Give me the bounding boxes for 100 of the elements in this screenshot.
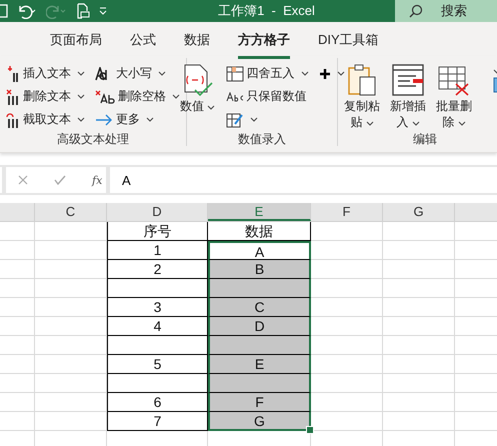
caret-icon bbox=[366, 121, 374, 126]
delete-text-icon bbox=[6, 88, 20, 104]
caret-icon bbox=[77, 117, 85, 122]
caret-icon bbox=[207, 105, 215, 110]
table-cell bbox=[383, 279, 455, 298]
column-header[interactable]: F bbox=[311, 203, 383, 221]
table-cell: A bbox=[208, 241, 311, 260]
table-cell: G bbox=[208, 412, 311, 431]
table-cell: C bbox=[208, 298, 311, 317]
table-cell bbox=[0, 336, 35, 355]
document-check-icon bbox=[182, 64, 212, 96]
caret-icon bbox=[336, 71, 344, 76]
ribbon-tab[interactable]: 数据 bbox=[170, 23, 224, 59]
table-cell bbox=[35, 355, 107, 374]
column-header[interactable]: G bbox=[383, 203, 455, 221]
table-cell bbox=[35, 412, 107, 431]
table-cell bbox=[311, 241, 383, 260]
ribbon-button[interactable]: 插入文本 bbox=[4, 62, 87, 85]
table-cell bbox=[383, 298, 455, 317]
table-cell bbox=[35, 298, 107, 317]
table-cell bbox=[35, 241, 107, 260]
group-label: 高级文本处理 bbox=[57, 131, 129, 148]
search-field[interactable]: 搜索 bbox=[395, 0, 497, 22]
ribbon-tab[interactable]: 页面布局 bbox=[36, 23, 116, 59]
table-cell bbox=[383, 355, 455, 374]
table-cell bbox=[0, 317, 35, 336]
table-cell bbox=[311, 355, 383, 374]
table-cell bbox=[383, 412, 455, 431]
table-cell bbox=[0, 260, 35, 279]
remove-spaces-icon bbox=[95, 90, 115, 104]
extract-text-icon bbox=[6, 112, 20, 128]
table-cell bbox=[383, 241, 455, 260]
search-icon bbox=[409, 4, 423, 18]
ribbon-button[interactable]: 删除文本 bbox=[4, 85, 87, 108]
table-cell: B bbox=[208, 260, 311, 279]
table-cell bbox=[311, 374, 383, 393]
table-cell bbox=[35, 374, 107, 393]
save-icon[interactable] bbox=[0, 4, 8, 18]
table-cell bbox=[311, 260, 383, 279]
table-cell bbox=[0, 279, 35, 298]
clipboard-icon bbox=[348, 64, 376, 96]
insert-row-icon bbox=[392, 64, 424, 96]
ribbon-button[interactable]: 四舍五入 bbox=[224, 62, 310, 85]
table-cell bbox=[35, 317, 107, 336]
table-cell bbox=[311, 336, 383, 355]
table-cell bbox=[0, 393, 35, 412]
abc-icon bbox=[226, 92, 244, 102]
print-preview-icon[interactable] bbox=[76, 3, 90, 19]
table-cell bbox=[311, 393, 383, 412]
table-cell bbox=[383, 374, 455, 393]
ribbon-button[interactable]: 复制粘贴 bbox=[342, 62, 382, 131]
caret-icon bbox=[77, 71, 85, 76]
ribbon-button[interactable]: 截取文本 bbox=[4, 108, 87, 131]
formula-input[interactable]: A bbox=[110, 167, 497, 193]
ribbon-tab[interactable]: 公式 bbox=[116, 23, 170, 59]
check-icon[interactable] bbox=[54, 175, 66, 185]
arrow-icon bbox=[95, 114, 113, 126]
ribbon-button[interactable]: 新增插入 bbox=[388, 62, 428, 131]
ribbon-button[interactable]: 批量删除 bbox=[434, 62, 474, 131]
table-cell: F bbox=[208, 393, 311, 412]
caret-icon bbox=[458, 121, 466, 126]
insert-function-button[interactable]: fx bbox=[92, 174, 102, 186]
caret-icon bbox=[172, 94, 180, 99]
table-cell: 序号 bbox=[107, 222, 208, 241]
table-cell bbox=[0, 355, 35, 374]
table-cell bbox=[35, 336, 107, 355]
table-cell bbox=[383, 393, 455, 412]
table-cell bbox=[383, 260, 455, 279]
table-cell bbox=[311, 298, 383, 317]
delete-table-icon bbox=[438, 64, 470, 96]
customize-icon[interactable] bbox=[98, 6, 108, 16]
table-cell: E bbox=[208, 355, 311, 374]
table-cell bbox=[0, 412, 35, 431]
caret-icon bbox=[250, 117, 258, 122]
caret-icon bbox=[146, 117, 154, 122]
edit-table-icon bbox=[226, 112, 244, 128]
plus-icon bbox=[318, 68, 330, 80]
insert-text-icon bbox=[6, 66, 20, 82]
table-cell bbox=[0, 298, 35, 317]
column-header[interactable]: E bbox=[208, 203, 311, 221]
table-cell bbox=[0, 241, 35, 260]
table-cell: D bbox=[208, 317, 311, 336]
table-cell bbox=[35, 393, 107, 412]
caret-icon bbox=[77, 94, 85, 99]
caret-icon bbox=[300, 71, 308, 76]
ribbon-tab[interactable]: DIY工具箱 bbox=[304, 23, 393, 59]
table-cell bbox=[383, 336, 455, 355]
ribbon-button[interactable]: 只保留数值 bbox=[224, 85, 310, 108]
fill-handle[interactable] bbox=[306, 426, 314, 434]
window-title: 工作簿1 - Excel bbox=[217, 2, 316, 20]
table-cell bbox=[383, 317, 455, 336]
table-cell bbox=[311, 279, 383, 298]
group-label: 数值录入 bbox=[238, 131, 286, 148]
table-cell bbox=[35, 260, 107, 279]
column-header[interactable]: C bbox=[35, 203, 107, 221]
caret-icon bbox=[412, 121, 420, 126]
table-cell bbox=[0, 374, 35, 393]
caret-icon bbox=[158, 71, 166, 76]
table-cell bbox=[35, 279, 107, 298]
table-cell bbox=[311, 317, 383, 336]
